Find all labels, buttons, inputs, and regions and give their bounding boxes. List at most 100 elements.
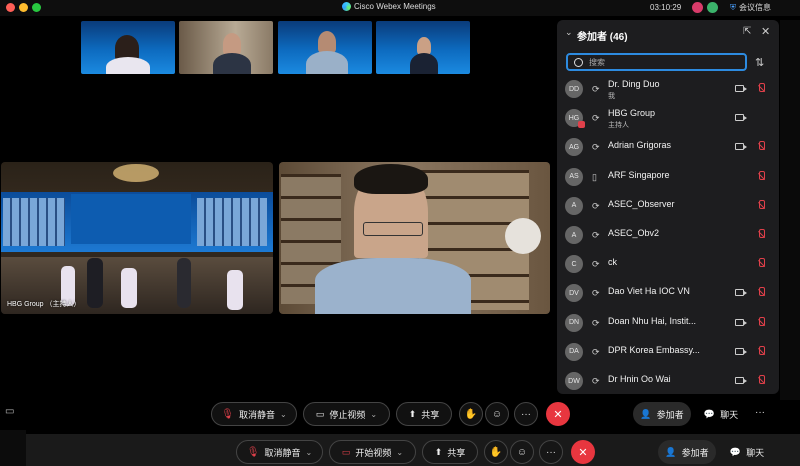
muted-mic-icon[interactable] bbox=[757, 316, 765, 328]
camera-icon bbox=[735, 85, 747, 92]
tile-name-label: HBG Group （主持人） bbox=[7, 301, 81, 308]
collapse-chevron-icon[interactable]: ⌄ bbox=[565, 27, 573, 38]
captions-icon[interactable]: ▭ bbox=[5, 406, 14, 417]
avatar: DD bbox=[565, 80, 583, 98]
avatar: DN bbox=[565, 313, 583, 332]
participant-row[interactable]: C ⟳ ck bbox=[557, 251, 779, 280]
avatar: A bbox=[565, 196, 583, 215]
pop-out-icon[interactable]: ⇱ bbox=[743, 26, 751, 37]
window-title: Cisco Webex Meetings bbox=[342, 2, 436, 11]
video-camera-icon: ▭ bbox=[315, 408, 325, 419]
chat-icon: 💬 bbox=[729, 446, 742, 457]
participant-row[interactable]: DN ⟳ Doan Nhu Hai, Instit... bbox=[557, 310, 779, 339]
chevron-down-icon[interactable]: ⌄ bbox=[280, 410, 287, 419]
more-options-button-secondary[interactable]: ··· bbox=[539, 440, 563, 464]
minimize-window-button[interactable] bbox=[19, 3, 28, 12]
video-thumbnail[interactable] bbox=[179, 21, 273, 74]
side-strip bbox=[780, 20, 800, 400]
sync-icon: ⟳ bbox=[592, 113, 600, 124]
muted-mic-icon[interactable] bbox=[757, 345, 765, 357]
raise-hand-icon[interactable]: ✋ bbox=[459, 402, 483, 426]
raise-hand-icon[interactable]: ✋ bbox=[484, 440, 508, 464]
chevron-down-icon[interactable]: ⌄ bbox=[306, 448, 313, 457]
participant-row[interactable]: HG ⟳ HBG Group 主持人 bbox=[557, 105, 779, 134]
participant-row[interactable]: DA ⟳ DPR Korea Embassy... bbox=[557, 339, 779, 368]
participant-name: Adrian Grigoras bbox=[608, 140, 672, 151]
participant-role: 主持人 bbox=[608, 122, 629, 130]
chevron-down-icon[interactable]: ⌄ bbox=[370, 410, 377, 419]
muted-mic-icon[interactable] bbox=[757, 375, 765, 386]
video-tile-speaker[interactable] bbox=[279, 162, 550, 314]
chat-button-secondary[interactable]: 💬 聊天 bbox=[724, 440, 770, 464]
close-panel-icon[interactable]: ✕ bbox=[761, 25, 770, 38]
recording-icon bbox=[692, 2, 703, 13]
camera-icon bbox=[735, 143, 747, 151]
start-video-button[interactable]: ▭ 开始视频 ⌄ bbox=[329, 440, 416, 464]
participants-toggle-button[interactable]: 👤 参加者 bbox=[633, 402, 691, 426]
camera-icon bbox=[735, 289, 747, 297]
stop-video-button[interactable]: ▭ 停止视频 ⌄ bbox=[303, 402, 390, 426]
end-call-button-secondary[interactable]: ✕ bbox=[571, 440, 595, 464]
muted-mic-icon[interactable] bbox=[757, 229, 765, 240]
video-off-icon: ▭ bbox=[341, 446, 351, 457]
muted-mic-icon[interactable] bbox=[757, 170, 765, 182]
zoom-window-button[interactable] bbox=[32, 3, 41, 12]
unmute-button[interactable]: 🎙 取消静音 ⌄ bbox=[211, 402, 297, 426]
more-options-button[interactable]: ··· bbox=[514, 402, 538, 426]
share-button-secondary[interactable]: ⬆ 共享 bbox=[422, 440, 478, 464]
sync-icon: ⟳ bbox=[592, 200, 600, 211]
muted-mic-icon: 🎙 bbox=[246, 446, 260, 458]
participant-row[interactable]: AG ⟳ Adrian Grigoras bbox=[557, 134, 779, 163]
chevron-down-icon[interactable]: ⌄ bbox=[396, 448, 403, 457]
end-call-button[interactable]: ✕ bbox=[546, 402, 570, 426]
person-icon: 👤 bbox=[665, 446, 677, 457]
participant-name: Dr Hnin Oo Wai bbox=[608, 374, 671, 384]
video-tile-host[interactable]: HBG Group （主持人） bbox=[1, 162, 273, 314]
reactions-icon[interactable]: ☺ bbox=[510, 440, 534, 464]
participants-panel: ⌄ 参加者 (46) ⇱ ✕ 搜索 ⇅ DD ⟳ Dr. Ding Duo 我 HG ⟳ H… bbox=[557, 20, 779, 394]
avatar: A bbox=[565, 226, 583, 244]
avatar: DA bbox=[565, 342, 583, 361]
phone-icon: ▯ bbox=[592, 171, 597, 182]
search-icon bbox=[574, 57, 583, 67]
sync-icon: ⟳ bbox=[592, 230, 600, 240]
participant-row[interactable]: A ⟳ ASEC_Obv2 bbox=[557, 222, 779, 251]
video-thumbnail[interactable] bbox=[376, 21, 470, 74]
share-icon: ⬆ bbox=[434, 446, 443, 457]
participant-row[interactable]: A ⟳ ASEC_Observer bbox=[557, 193, 779, 222]
sync-icon: ⟳ bbox=[592, 317, 600, 328]
webex-logo-icon bbox=[342, 2, 351, 11]
chat-button[interactable]: 💬 聊天 bbox=[698, 402, 744, 426]
sync-icon: ⟳ bbox=[592, 376, 600, 386]
participant-name: DPR Korea Embassy... bbox=[608, 344, 700, 355]
participant-search-input[interactable]: 搜索 bbox=[566, 53, 747, 71]
more-icon[interactable]: ··· bbox=[755, 407, 765, 418]
meeting-info-button[interactable]: ⛨ 会议信息 bbox=[730, 2, 771, 13]
participant-name: ASEC_Observer bbox=[608, 198, 675, 209]
avatar: DV bbox=[565, 284, 583, 303]
muted-mic-icon[interactable] bbox=[757, 258, 765, 269]
participant-row[interactable]: DV ⟳ Dao Viet Ha IOC VN bbox=[557, 280, 779, 309]
muted-mic-icon[interactable] bbox=[757, 199, 765, 211]
muted-mic-icon[interactable] bbox=[757, 83, 765, 94]
camera-icon bbox=[735, 347, 747, 355]
participant-row[interactable]: DD ⟳ Dr. Ding Duo 我 bbox=[557, 76, 779, 105]
close-window-button[interactable] bbox=[6, 3, 15, 12]
participant-row[interactable]: DW ⟳ Dr Hnin Oo Wai bbox=[557, 368, 779, 394]
participant-list: DD ⟳ Dr. Ding Duo 我 HG ⟳ HBG Group 主持人 AG ⟳ Adrian… bbox=[557, 76, 779, 394]
person-icon: 👤 bbox=[640, 408, 652, 419]
participant-row[interactable]: AS ▯ ARF Singapore bbox=[557, 164, 779, 193]
side-strip bbox=[0, 430, 26, 466]
sort-icon[interactable]: ⇅ bbox=[755, 56, 764, 69]
participant-name: ASEC_Obv2 bbox=[608, 228, 660, 238]
participants-toggle-button-secondary[interactable]: 👤 参加者 bbox=[658, 440, 716, 464]
video-thumbnail[interactable] bbox=[278, 21, 372, 74]
muted-mic-icon[interactable] bbox=[757, 141, 765, 152]
muted-mic-icon[interactable] bbox=[757, 287, 765, 298]
unmute-button-secondary[interactable]: 🎙 取消静音 ⌄ bbox=[236, 440, 323, 464]
shield-icon: ⛨ bbox=[730, 2, 736, 12]
share-button[interactable]: ⬆ 共享 bbox=[396, 402, 452, 426]
video-thumbnail[interactable] bbox=[81, 21, 175, 74]
avatar: DW bbox=[565, 372, 583, 390]
reactions-icon[interactable]: ☺ bbox=[485, 402, 509, 426]
